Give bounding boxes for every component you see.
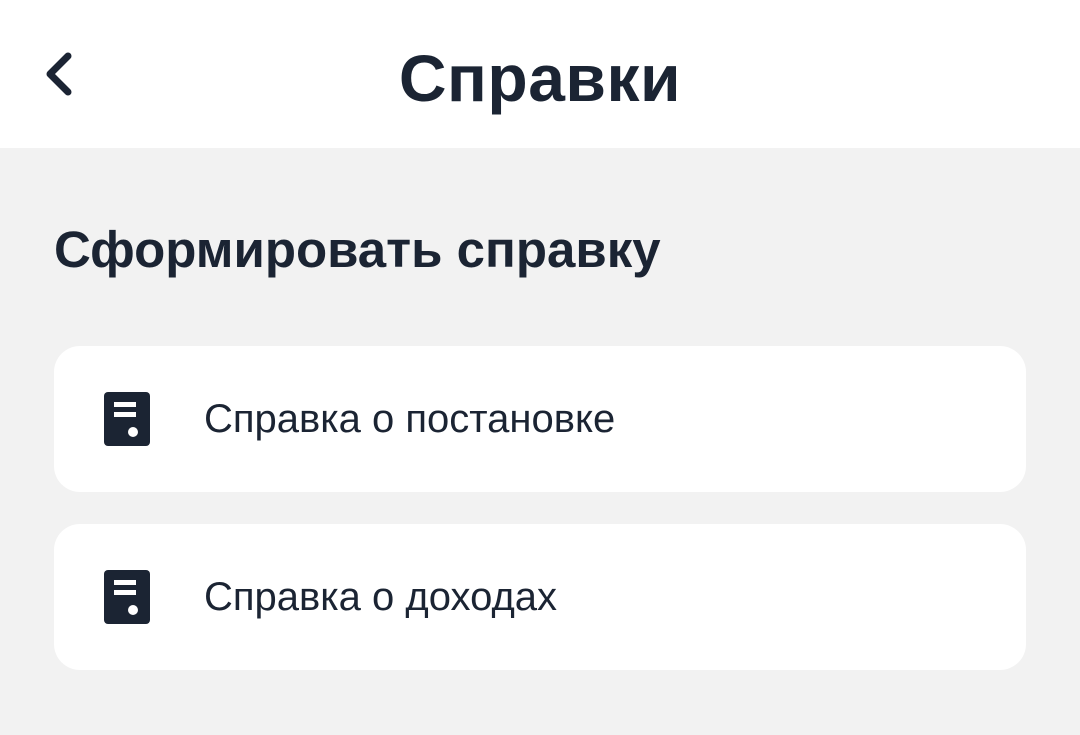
page-title: Справки [398, 41, 682, 115]
main-content: Сформировать справку Справка о постановк… [0, 148, 1080, 735]
certificate-income-item[interactable]: Справка о доходах [54, 524, 1026, 670]
document-icon [104, 570, 150, 624]
certificate-registration-item[interactable]: Справка о постановке [54, 346, 1026, 492]
section-title: Сформировать справку [54, 221, 661, 278]
app-header: Справки [0, 0, 1080, 148]
document-icon [104, 392, 150, 446]
item-label: Справка о доходах [204, 575, 558, 619]
item-label: Справка о постановке [204, 397, 616, 441]
